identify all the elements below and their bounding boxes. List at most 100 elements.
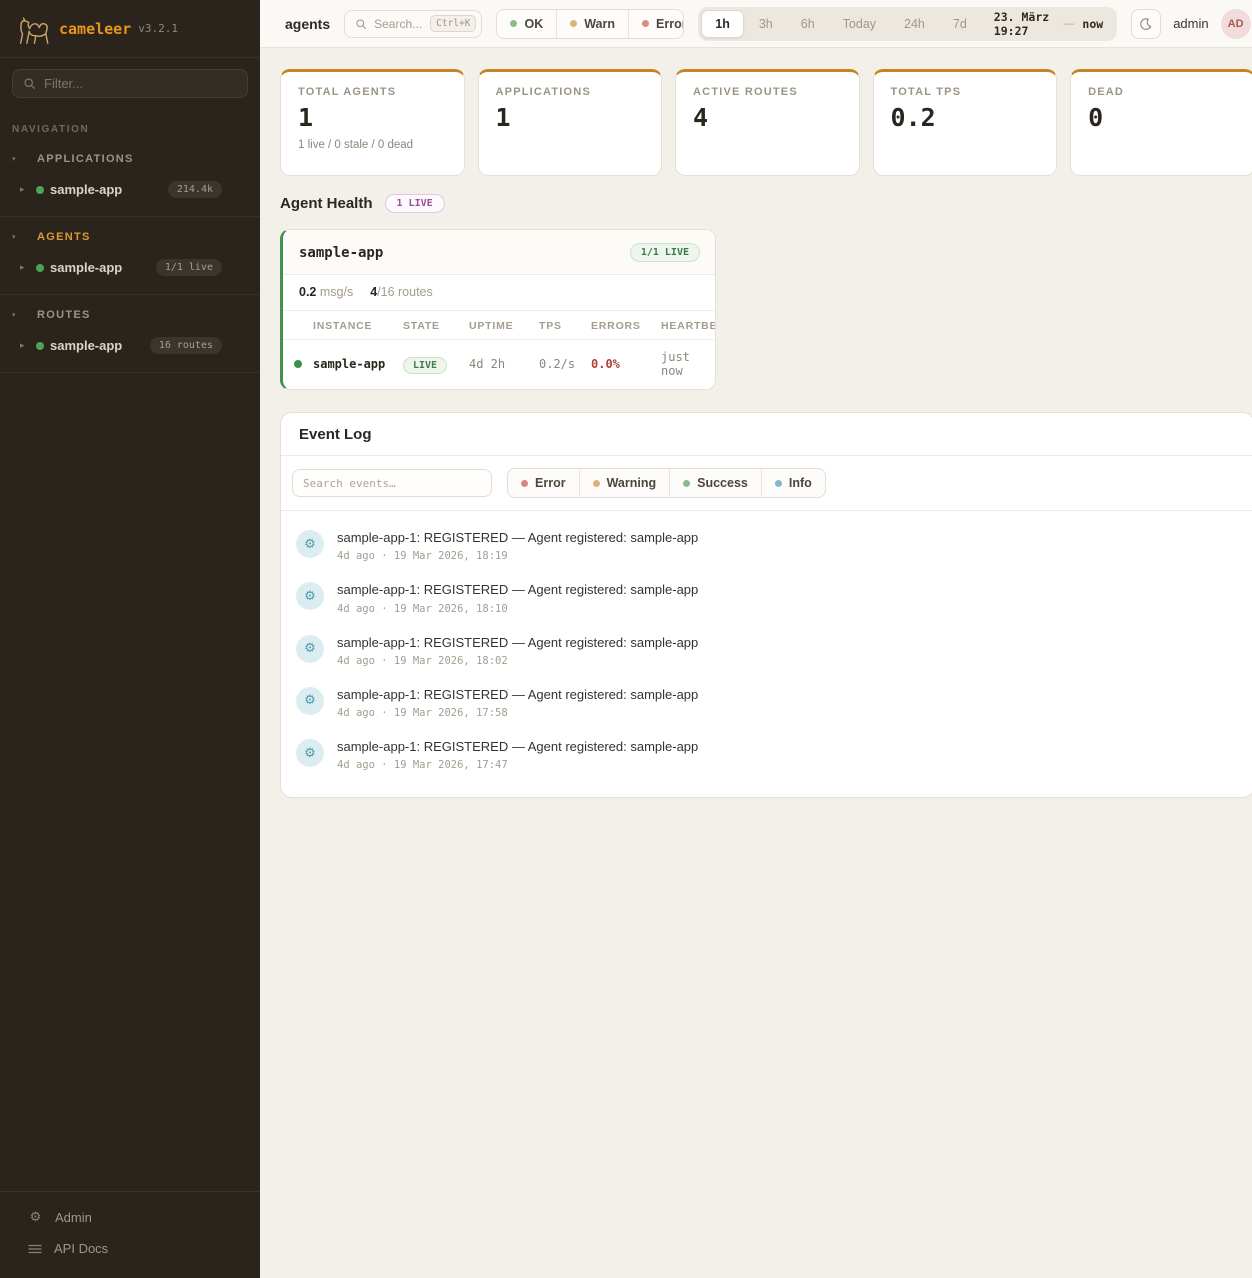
sidebar-item-api-docs[interactable]: API Docs [0,1233,260,1264]
search-icon [23,77,36,90]
live-count-badge: 1 LIVE [385,194,445,213]
global-search-input[interactable] [374,17,423,31]
time-range-group: 1h 3h 6h Today 24h 7d 23. März 19:27 — n… [698,7,1117,41]
stat-card-applications: APPLICATIONS 1 [478,69,663,176]
time-range-24h[interactable]: 24h [891,10,938,38]
cell-heartbeat: just now [661,350,709,378]
agent-stats-row: 0.2 msg/s 4/16 routes [283,275,715,311]
theme-toggle-button[interactable] [1131,9,1161,39]
sidebar-item-label: sample-app [50,338,122,353]
app-logo: cameleer v3.2.1 [0,0,260,58]
time-range-1h[interactable]: 1h [701,10,744,38]
ok-dot-icon [510,20,517,27]
sidebar-footer-label: API Docs [54,1241,108,1256]
event-list: ⚙ sample-app-1: REGISTERED — Agent regis… [281,511,1252,797]
event-title: sample-app-1: REGISTERED — Agent registe… [337,635,698,651]
filter-label: Error [656,17,684,31]
sidebar-section-applications: ▾ APPLICATIONS ▸ sample-app 214.4k [0,139,260,217]
app-name: cameleer [59,20,131,38]
sidebar-section-agents: ▾ AGENTS ▸ sample-app 1/1 live [0,217,260,295]
event-search [292,469,492,497]
avatar[interactable]: AD [1221,9,1251,39]
camel-icon [14,10,52,48]
col-header-errors: ERRORS [591,320,661,332]
sidebar-item-admin[interactable]: ⚙ Admin [0,1202,260,1233]
agent-live-badge: 1/1 LIVE [630,243,700,262]
sidebar-filter-input[interactable] [44,76,237,91]
stat-value: 1 [298,104,447,132]
chevron-right-icon: ▸ [20,263,30,273]
sidebar-section-routes: ▾ ROUTES ▸ sample-app 16 routes [0,295,260,373]
sidebar-item-badge: 214.4k [168,181,222,198]
sidebar-item-label: sample-app [50,260,122,275]
filter-label: Warn [584,17,615,31]
event-timestamp: 4d ago · 19 Mar 2026, 17:58 [337,707,698,719]
topbar: agents Ctrl+K OK Warn Error 1h 3h 6h [260,0,1252,48]
time-to: now [1082,17,1103,31]
event-timestamp: 4d ago · 19 Mar 2026, 18:10 [337,603,698,615]
sidebar-section-title: APPLICATIONS [37,153,134,165]
success-dot-icon [683,480,690,487]
sidebar-item-label: sample-app [50,182,122,197]
chevron-down-icon: ▾ [12,155,20,163]
col-header-instance: INSTANCE [313,320,403,332]
sidebar-filter [12,69,248,98]
app-version: v3.2.1 [138,22,178,35]
time-range-6h[interactable]: 6h [788,10,828,38]
event-filter-warning[interactable]: Warning [579,469,670,497]
agent-card-header[interactable]: sample-app 1/1 LIVE [283,230,715,275]
event-filter-error[interactable]: Error [508,469,579,497]
event-title: sample-app-1: REGISTERED — Agent registe… [337,530,698,546]
list-item: ⚙ sample-app-1: REGISTERED — Agent regis… [296,729,1237,781]
sidebar-section-header-applications[interactable]: ▾ APPLICATIONS [0,148,260,170]
sidebar-item-routes-sample-app[interactable]: ▸ sample-app 16 routes [0,331,260,360]
event-search-input[interactable] [303,477,481,490]
time-range-7d[interactable]: 7d [940,10,980,38]
nav-section-label: NAVIGATION [0,124,260,135]
list-icon [28,1242,42,1256]
list-item: ⚙ sample-app-1: REGISTERED — Agent regis… [296,572,1237,624]
filter-error-button[interactable]: Error [628,10,684,38]
instance-table: INSTANCE STATE UPTIME TPS ERRORS HEARTBE… [283,311,715,389]
event-title: sample-app-1: REGISTERED — Agent registe… [337,687,698,703]
sidebar-section-header-agents[interactable]: ▾ AGENTS [0,226,260,248]
status-dot [36,264,44,272]
status-dot [36,342,44,350]
event-filter-info[interactable]: Info [761,469,825,497]
time-range-3h[interactable]: 3h [746,10,786,38]
event-log-header: Event Log [281,413,1252,456]
gear-icon: ⚙ [296,530,324,558]
gear-icon: ⚙ [296,582,324,610]
time-range-today[interactable]: Today [830,10,889,38]
sidebar: cameleer v3.2.1 NAVIGATION ▾ APPLICATION… [0,0,260,1278]
event-filter-success[interactable]: Success [669,469,761,497]
filter-warn-button[interactable]: Warn [556,10,628,38]
warning-dot-icon [593,480,600,487]
agent-card: sample-app 1/1 LIVE 0.2 msg/s 4/16 route… [280,229,716,390]
stat-value: 4 [693,104,842,132]
status-filter-group: OK Warn Error [496,9,684,39]
col-header-tps: TPS [539,320,591,332]
sidebar-item-applications-sample-app[interactable]: ▸ sample-app 214.4k [0,175,260,204]
stat-value: 0 [1088,104,1237,132]
sidebar-item-badge: 1/1 live [156,259,222,276]
agent-health-heading: Agent Health 1 LIVE [280,194,1252,213]
cell-uptime: 4d 2h [469,357,539,371]
chevron-down-icon: ▾ [12,311,20,319]
sidebar-section-header-routes[interactable]: ▾ ROUTES [0,304,260,326]
cell-instance: sample-app [313,357,403,371]
col-header-state: STATE [403,320,469,332]
col-header-uptime: UPTIME [469,320,539,332]
sidebar-item-agents-sample-app[interactable]: ▸ sample-app 1/1 live [0,253,260,282]
stat-subtext: 1 live / 0 stale / 0 dead [298,139,447,151]
col-header-heartbeat: HEARTBEAT [661,320,716,332]
sidebar-footer-label: Admin [55,1210,92,1225]
table-row[interactable]: sample-app LIVE 4d 2h 0.2/s 0.0% just no… [283,339,715,389]
page-section-title: Agent Health [280,195,373,212]
filter-label: Info [789,476,812,490]
event-log-title: Event Log [299,426,1236,443]
msg-rate-unit: msg/s [320,285,353,299]
time-from: 23. März 19:27 [994,10,1056,38]
user-name: admin [1173,16,1208,31]
filter-ok-button[interactable]: OK [497,10,556,38]
